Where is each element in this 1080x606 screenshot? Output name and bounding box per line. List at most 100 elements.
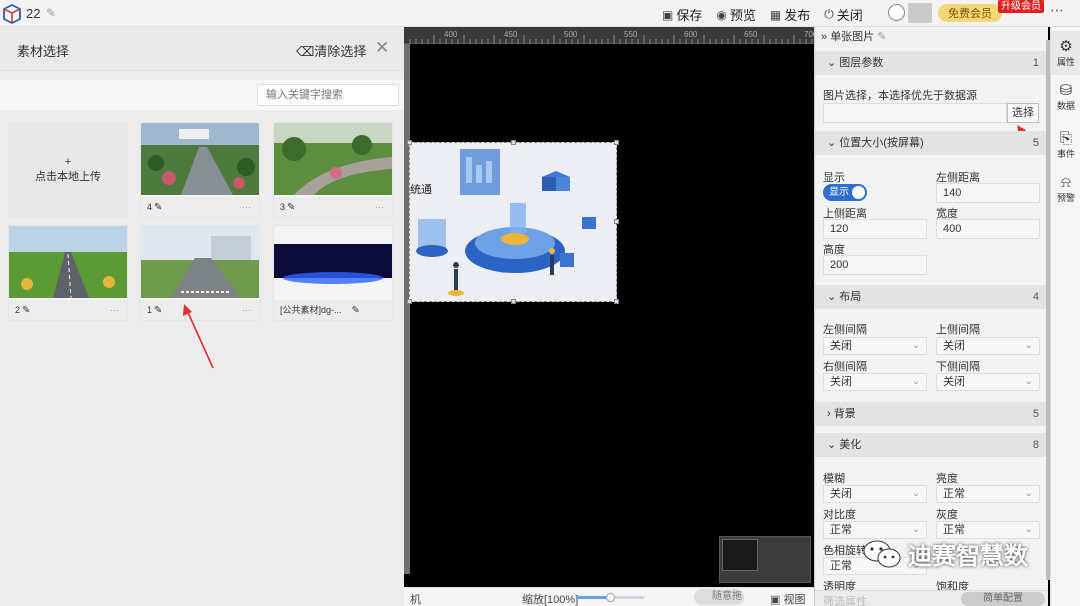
chevron-down-icon: ⌄ [827,439,837,451]
chevron-down-icon: ⌄ [827,57,837,69]
material-tile-public[interactable]: [公共素材]dg-... ✎ [273,225,393,321]
resize-handle[interactable] [614,140,619,145]
tile-name: 3 [280,202,286,212]
tab-properties-label: 属性 [1056,56,1075,67]
left-gap-label: 左侧间隔 [823,324,867,336]
section-layout[interactable]: ⌄ 布局 4 [815,285,1048,309]
height-input[interactable]: 200 [823,255,927,275]
tile-caption: 3 ✎ ··· [274,197,392,217]
resize-handle[interactable] [511,299,516,304]
simple-config-toggle[interactable]: 简单配置 [961,592,1045,606]
road-aerial-thumbnail [141,123,259,195]
edit-icon[interactable]: ✎ [154,305,162,316]
user-avatar[interactable] [888,4,905,21]
canvas-area[interactable]: 400450500550600650700 统通 机 缩 [404,27,818,606]
plus-icon: + [64,156,72,168]
ruler-label: 600 [684,30,698,39]
publish-button[interactable]: ▦ 发布 [770,5,810,24]
zoom-slider[interactable] [576,593,644,602]
chevron-down-icon: ⌄ [1024,488,1033,499]
top-distance-input[interactable]: 120 [823,219,927,239]
search-input[interactable] [257,84,399,106]
resize-handle[interactable] [407,140,412,145]
collapse-icon[interactable]: » [821,31,827,43]
choose-button[interactable]: 选择 [1007,103,1039,123]
image-select-field[interactable] [823,103,1007,123]
watermark-text: 迪赛智慧数 [908,543,1028,570]
section-beautify[interactable]: ⌄ 美化 8 [815,433,1048,457]
resize-handle[interactable] [511,140,516,145]
database-icon: ⛁ [1059,81,1073,99]
more-icon[interactable]: ··· [242,197,251,217]
upgrade-badge[interactable]: 升级会员 [998,0,1044,13]
section-title: 背景 [833,408,856,420]
close-button[interactable]: ⏻ 关闭 [824,5,863,24]
material-tile-2[interactable]: 2 ✎ ··· [8,225,128,321]
resize-handle[interactable] [614,299,619,304]
section-position[interactable]: ⌄ 位置大小(按屏幕) 5 [815,131,1048,155]
section-layer[interactable]: ⌄ 图层参数 1 [815,51,1048,75]
ruler-label: 650 [744,30,758,39]
right-gap-value: 关闭 [830,376,852,388]
image-widget[interactable]: 统通 [407,140,619,304]
zoom-slider-knob[interactable] [606,593,615,602]
right-gap-select[interactable]: 关闭 ⌄ [823,373,927,391]
minimap-viewport[interactable] [722,539,758,571]
edit-icon[interactable]: ✎ [352,305,360,316]
canvas-scrollbar[interactable] [404,44,410,574]
resize-handle[interactable] [407,299,412,304]
filter-bar: 筛选属性 简单配置 [815,590,1048,606]
left-distance-input[interactable]: 140 [936,183,1040,203]
more-menu-icon[interactable]: ⋯ [1050,2,1064,19]
app-logo-icon[interactable] [2,4,22,24]
isometric-illustration: 统通 [410,143,616,301]
save-button[interactable]: ▣ 保存 [662,5,702,24]
ruler-ticks: 400 450 500 550 600 650 700 [409,30,818,44]
chevron-down-icon: ⌄ [1024,376,1033,387]
publish-label: 发布 [784,8,811,23]
tile-caption: 4 ✎ ··· [141,197,259,217]
tab-alarm[interactable]: ⍾ 预警 [1051,167,1080,211]
left-gap-select[interactable]: 关闭 ⌄ [823,337,927,355]
vip-button[interactable]: 免费会员 [938,4,1002,22]
material-tile-4[interactable]: 4 ✎ ··· [140,122,260,218]
edit-icon[interactable]: ✎ [154,202,162,213]
image-select-label: 图片选择，本选择优先于数据源 [823,90,977,102]
more-icon[interactable]: ··· [375,197,384,217]
zoom-label: 缩放[100%] [522,594,579,606]
more-icon[interactable]: ··· [242,300,251,320]
display-label: 显示 [823,172,845,184]
view-button[interactable]: ▣ 视图 [770,591,805,606]
edit-icon[interactable]: ✎ [877,31,886,43]
width-input[interactable]: 400 [936,219,1040,239]
brightness-select[interactable]: 正常 ⌄ [936,485,1040,503]
tab-event[interactable]: ⎘ 事件 [1051,123,1080,167]
edit-name-icon[interactable]: ✎ [46,6,56,20]
tab-properties[interactable]: ⚙ 属性 [1051,31,1080,75]
ruler-label: 700 [804,30,814,39]
eye-icon: ◉ [716,7,727,22]
material-tile-3[interactable]: 3 ✎ ··· [273,122,393,218]
minimap[interactable] [719,536,811,583]
top-gap-select[interactable]: 关闭 ⌄ [936,337,1040,355]
filter-label[interactable]: 筛选属性 [823,593,867,606]
more-icon[interactable]: ··· [110,300,119,320]
bottom-gap-select[interactable]: 关闭 ⌄ [936,373,1040,391]
ruler-label: 400 [444,30,458,39]
top-gap-label: 上侧间隔 [936,324,980,336]
edit-icon[interactable]: ✎ [22,305,30,316]
clear-selection-button[interactable]: ⌫清除选择 [296,41,366,60]
preview-button[interactable]: ◉ 预览 [716,5,756,24]
tab-data[interactable]: ⛁ 数据 [1051,75,1080,119]
drag-toggle[interactable]: 随意拖拉 [694,589,744,605]
display-toggle[interactable]: 显示 [823,184,867,201]
close-icon[interactable]: ✕ [375,38,389,58]
preview-label: 预览 [729,8,756,23]
blur-select[interactable]: 关闭 ⌄ [823,485,927,503]
edit-icon[interactable]: ✎ [287,202,295,213]
section-background[interactable]: › 背景 5 [815,402,1048,426]
upload-tile[interactable]: + 点击本地上传 [8,122,128,218]
tile-name: [公共素材]dg-... [280,305,342,315]
resize-handle[interactable] [614,219,619,224]
tile-name: 2 [15,305,21,315]
